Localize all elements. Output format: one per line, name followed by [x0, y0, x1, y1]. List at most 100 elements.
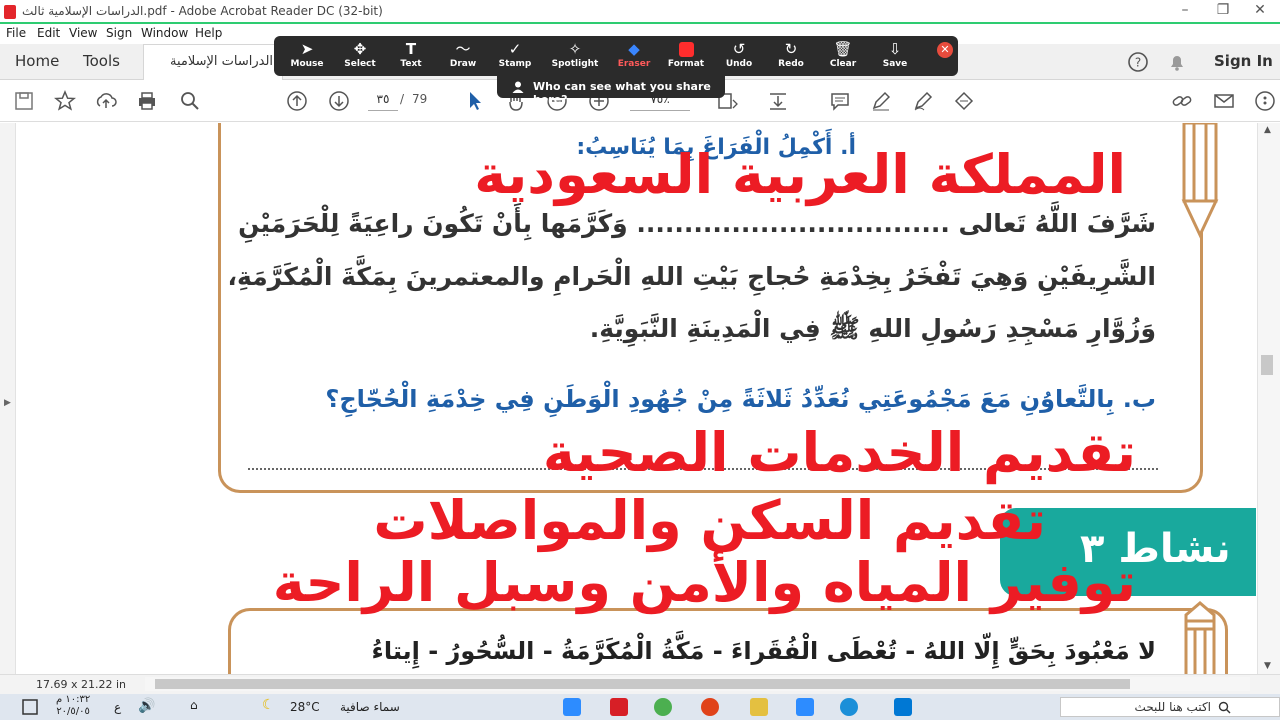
- comment-icon[interactable]: [829, 90, 851, 112]
- zoom-text-button[interactable]: T Text: [386, 39, 436, 73]
- page-separator: /: [400, 92, 405, 106]
- moon-weather-icon: ☾: [262, 697, 275, 713]
- scroll-mode-icon[interactable]: [767, 90, 789, 112]
- tab-home[interactable]: Home: [15, 52, 59, 70]
- upload-icon[interactable]: [95, 90, 117, 112]
- trash-icon: 🗑: [833, 40, 853, 58]
- maximize-icon[interactable]: ❐: [1208, 2, 1238, 18]
- network-icon[interactable]: ⌂: [190, 698, 198, 712]
- format-icon: [661, 39, 711, 59]
- highlight-pen-icon[interactable]: [870, 90, 892, 112]
- pencil-icon-2: [1184, 601, 1216, 674]
- sign-tool-icon[interactable]: [953, 90, 975, 112]
- zoom-annotation-toolbar: ➤ Mouse ✥ Select T Text 〜 Draw ✓ Stamp ✧ Spotl…: [274, 36, 958, 76]
- status-bar: 17.69 x 21.22 in: [0, 674, 1280, 694]
- page-up-icon[interactable]: [286, 90, 308, 112]
- zoom-select-button[interactable]: ✥ Select: [335, 39, 385, 73]
- window-title: الدراسات الإسلامية ثالث.pdf - Adobe Acro…: [22, 4, 383, 18]
- draw-tool-icon[interactable]: [912, 90, 934, 112]
- menu-help[interactable]: Help: [195, 26, 222, 40]
- store-app-icon[interactable]: [894, 698, 912, 716]
- question-b: ب. بِالتَّعاوُنِ مَعَ مَجْمُوعَتِي نُعَد…: [325, 385, 1156, 413]
- menu-window[interactable]: Window: [141, 26, 188, 40]
- zoom-save-button[interactable]: ⇩ Save: [870, 39, 920, 73]
- menu-file[interactable]: File: [6, 26, 26, 40]
- zoom-spotlight-button[interactable]: ✧ Spotlight: [550, 39, 600, 73]
- taskbar-search-box[interactable]: اكتب هنا للبحث: [1060, 697, 1280, 717]
- more-tools-icon[interactable]: [1254, 90, 1276, 112]
- pencil-icon: [1181, 123, 1219, 239]
- zoom-app-icon[interactable]: [563, 698, 581, 716]
- page-total: 79: [412, 92, 428, 106]
- volume-icon[interactable]: 🔊: [138, 698, 155, 714]
- vertical-scroll-thumb[interactable]: [1261, 355, 1273, 375]
- taskbar-search-placeholder: اكتب هنا للبحث: [1134, 700, 1211, 714]
- document-viewport[interactable]: أ. أَكْمِلُ الْفَرَاغَ بِمَا يُنَاسِبُ: …: [16, 123, 1256, 674]
- annotation-answer-b1: تقديم الخدمات الصحية: [542, 421, 1136, 484]
- scroll-up-icon[interactable]: ▲: [1264, 125, 1271, 135]
- email-icon[interactable]: [1213, 90, 1235, 112]
- help-icon[interactable]: ?: [1127, 51, 1149, 73]
- close-icon[interactable]: ✕: [1245, 2, 1275, 18]
- input-language[interactable]: ع: [114, 700, 121, 714]
- undo-icon: ↺: [732, 40, 746, 58]
- zoom-undo-button[interactable]: ↺ Undo: [714, 39, 764, 73]
- paragraph-line-3: وَزُوَّارِ مَسْجِدِ رَسُولِ اللهِ ﷺ فِي …: [589, 314, 1156, 343]
- zoom-format-button[interactable]: Format: [661, 39, 711, 73]
- vertical-scrollbar[interactable]: ▲ ▼: [1257, 123, 1280, 674]
- navigation-pane-toggle[interactable]: ▶: [0, 123, 16, 674]
- zoom-close-icon[interactable]: ✕: [937, 42, 953, 58]
- menu-edit[interactable]: Edit: [37, 26, 60, 40]
- explorer-app-icon[interactable]: [750, 698, 768, 716]
- menu-sign[interactable]: Sign: [106, 26, 132, 40]
- title-bar: الدراسات الإسلامية ثالث.pdf - Adobe Acro…: [0, 0, 1280, 24]
- zoom-meeting-icon[interactable]: [796, 698, 814, 716]
- zoom-share-info[interactable]: Who can see what you share here?: [497, 76, 725, 106]
- zoom-clear-button[interactable]: 🗑 Clear: [818, 39, 868, 73]
- chrome-app-icon[interactable]: [654, 698, 672, 716]
- page-size: 17.69 x 21.22 in: [36, 678, 127, 691]
- expand-arrow-icon: ▶: [4, 398, 11, 408]
- scroll-down-icon[interactable]: ▼: [1264, 661, 1271, 671]
- tab-document[interactable]: الدراسات الإسلامية ...: [143, 44, 290, 80]
- word-bank-line: لا مَعْبُودَ بِحَقٍّ إِلّا اللهُ - تُعْط…: [371, 637, 1156, 665]
- page-down-icon[interactable]: [328, 90, 350, 112]
- sign-in-button[interactable]: Sign In: [1214, 52, 1273, 70]
- clock-time: ١٠:٣٢ م: [56, 694, 91, 705]
- taskbar-search-icon: [1218, 701, 1231, 714]
- annotation-answer-a: المملكة العربية السعودية: [474, 143, 1126, 206]
- horizontal-scroll-thumb[interactable]: [155, 679, 1130, 689]
- save-icon[interactable]: [13, 90, 35, 112]
- clock-date: ٢٠/٥/٠٥: [56, 706, 90, 717]
- acrobat-app-icon[interactable]: [610, 698, 628, 716]
- star-icon[interactable]: [54, 90, 76, 112]
- paragraph-line-2: الشَّرِيفَيْنِ وَهِيَ تَفْخَرُ بِخِدْمَة…: [227, 262, 1156, 291]
- zoom-share-prompt: Who can see what you share here?: [533, 80, 711, 106]
- zoom-eraser-button[interactable]: ◆ Eraser: [609, 39, 659, 73]
- zoom-mouse-button[interactable]: ➤ Mouse: [282, 39, 332, 73]
- link-icon[interactable]: [1171, 90, 1193, 112]
- bell-icon[interactable]: [1166, 51, 1188, 73]
- taskbar: ١٠:٣٢ م ٢٠/٥/٠٥ ع 🔊 ⌂ ☾ 28°C سماء صافية …: [0, 694, 1280, 720]
- select-cursor-icon[interactable]: [464, 90, 486, 112]
- temperature[interactable]: 28°C: [290, 700, 320, 714]
- print-icon[interactable]: [136, 90, 158, 112]
- minimize-icon[interactable]: –: [1170, 2, 1200, 18]
- zoom-draw-button[interactable]: 〜 Draw: [438, 39, 488, 73]
- tab-tools[interactable]: Tools: [83, 52, 120, 70]
- weather-status[interactable]: سماء صافية: [340, 700, 400, 714]
- zoom-redo-button[interactable]: ↻ Redo: [766, 39, 816, 73]
- page-number-input[interactable]: ٣٥: [368, 89, 398, 111]
- show-desktop-icon[interactable]: [22, 699, 38, 715]
- annotation-answer-b3: توفير المياه والأمن وسبل الراحة: [272, 551, 1136, 614]
- paragraph-line-1: شَرَّفَ اللَّهُ تَعالى .................…: [238, 209, 1156, 238]
- recorder-app-icon[interactable]: [701, 698, 719, 716]
- zoom-stamp-button[interactable]: ✓ Stamp: [490, 39, 540, 73]
- user-icon: [512, 81, 524, 93]
- menu-view[interactable]: View: [69, 26, 97, 40]
- check-icon: ✓: [508, 40, 522, 58]
- search-icon[interactable]: [179, 90, 201, 112]
- edge-app-icon[interactable]: [840, 698, 858, 716]
- clock[interactable]: ١٠:٣٢ م ٢٠/٥/٠٥: [56, 694, 90, 718]
- move-icon: ✥: [353, 40, 367, 58]
